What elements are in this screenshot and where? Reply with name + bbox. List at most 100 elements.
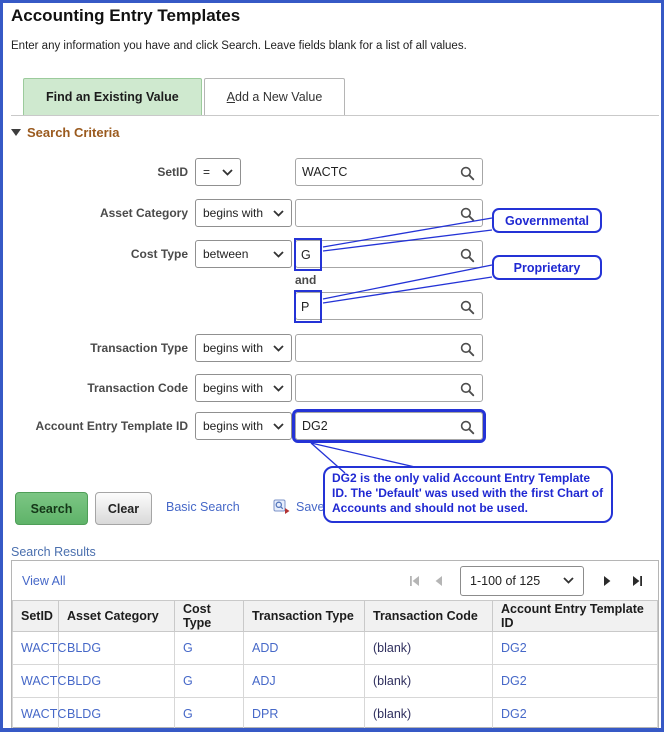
table-cell[interactable]: ADD (244, 632, 365, 665)
criteria-row-transaction-code: Transaction Codebegins with (3, 373, 483, 403)
cost-type-to-highlight-box: P (294, 290, 322, 323)
previous-page-icon (434, 574, 444, 588)
operator-value: begins with (203, 381, 263, 395)
column-header[interactable]: SetID (13, 601, 59, 632)
search-results-heading: Search Results (11, 545, 96, 559)
transaction-type-label: Transaction Type (3, 341, 188, 355)
page-range-select[interactable]: 1-100 of 125 (460, 566, 584, 596)
table-cell[interactable]: (blank) (365, 698, 493, 731)
cost-type-to-value: P (296, 300, 309, 314)
view-all-link[interactable]: View All (22, 574, 66, 588)
chevron-down-icon (273, 423, 284, 430)
tab-bar: Find an Existing Value Add a New Value (23, 78, 345, 115)
setid-operator-select[interactable]: = (195, 158, 241, 186)
last-page-icon[interactable] (630, 574, 644, 588)
pagination-controls: 1-100 of 125 (408, 566, 644, 596)
page-title: Accounting Entry Templates (11, 6, 240, 26)
table-cell[interactable]: (blank) (365, 632, 493, 665)
transaction-code-operator-select[interactable]: begins with (195, 374, 292, 402)
table-cell[interactable]: DG2 (493, 698, 658, 731)
search-lookup-icon[interactable] (460, 300, 475, 315)
cost-type-to-input[interactable]: P (295, 292, 483, 320)
account-entry-template-id-input[interactable]: DG2 (295, 412, 483, 440)
search-lookup-icon[interactable] (460, 420, 475, 435)
cost-type-input[interactable]: G (295, 240, 483, 268)
tab-find-an-existing-value[interactable]: Find an Existing Value (23, 78, 202, 115)
column-header[interactable]: Asset Category (59, 601, 175, 632)
transaction-code-input[interactable] (295, 374, 483, 402)
first-page-icon (408, 574, 422, 588)
search-results-grid: View All 1-100 of 125 (11, 560, 659, 728)
table-cell[interactable]: (blank) (365, 665, 493, 698)
transaction-code-operator-cell: begins with (195, 374, 295, 402)
collapse-triangle-icon (11, 129, 21, 136)
cost-type-highlight-box: G (294, 238, 322, 271)
cost-type-field: G (295, 240, 483, 268)
setid-input[interactable]: WACTC (295, 158, 483, 186)
chevron-down-icon (222, 169, 233, 176)
cost-type-value: G (296, 248, 311, 262)
chevron-down-icon (273, 210, 284, 217)
asset-category-operator-select[interactable]: begins with (195, 199, 292, 227)
asset-category-operator-cell: begins with (195, 199, 295, 227)
table-cell[interactable]: G (175, 632, 244, 665)
table-row: WACTCBLDGGADD(blank)DG2 (13, 632, 658, 665)
search-lookup-icon[interactable] (460, 382, 475, 397)
search-criteria-header[interactable]: Search Criteria (11, 125, 120, 140)
setid-value: WACTC (296, 165, 347, 179)
setid-label: SetID (3, 165, 188, 179)
search-lookup-icon[interactable] (460, 342, 475, 357)
dg2-note-callout: DG2 is the only valid Account Entry Temp… (323, 466, 613, 523)
asset-category-input[interactable] (295, 199, 483, 227)
table-cell[interactable]: G (175, 665, 244, 698)
save-search-icon[interactable] (273, 498, 290, 519)
transaction-code-field (295, 374, 483, 402)
table-row: WACTCBLDGGADJ(blank)DG2 (13, 665, 658, 698)
operator-value: between (203, 247, 248, 261)
transaction-type-operator-select[interactable]: begins with (195, 334, 292, 362)
table-cell[interactable]: DPR (244, 698, 365, 731)
basic-search-link[interactable]: Basic Search (166, 500, 240, 514)
search-lookup-icon[interactable] (460, 207, 475, 222)
table-cell[interactable]: WACTC (13, 632, 59, 665)
table-cell[interactable]: BLDG (59, 632, 175, 665)
tab-add-a-new-value[interactable]: Add a New Value (204, 78, 346, 115)
table-cell[interactable]: BLDG (59, 665, 175, 698)
column-header[interactable]: Transaction Code (365, 601, 493, 632)
criteria-row-setid: SetID = WACTC (3, 157, 483, 187)
table-cell[interactable]: DG2 (493, 665, 658, 698)
operator-value: = (203, 165, 210, 179)
results-table: SetIDAsset CategoryCost TypeTransaction … (12, 600, 658, 731)
table-cell[interactable]: WACTC (13, 698, 59, 731)
and-label: and (295, 273, 316, 287)
accounting-entry-templates-page: Accounting Entry Templates Enter any inf… (0, 0, 664, 732)
table-cell[interactable]: WACTC (13, 665, 59, 698)
search-button[interactable]: Search (15, 492, 88, 525)
cost-type-operator-cell: between (195, 240, 295, 268)
page-range-value: 1-100 of 125 (470, 574, 540, 588)
proprietary-callout: Proprietary (492, 255, 602, 280)
cost-type-operator-select[interactable]: between (195, 240, 292, 268)
account-entry-template-id-operator-select[interactable]: begins with (195, 412, 292, 440)
criteria-row-cost-type: Cost TypebetweenG (3, 239, 483, 269)
account-entry-template-id-label: Account Entry Template ID (3, 419, 188, 433)
search-lookup-icon[interactable] (460, 166, 475, 181)
chevron-down-icon (273, 345, 284, 352)
table-cell[interactable]: DG2 (493, 632, 658, 665)
clear-button[interactable]: Clear (95, 492, 152, 525)
table-cell[interactable]: BLDG (59, 698, 175, 731)
column-header[interactable]: Transaction Type (244, 601, 365, 632)
column-header[interactable]: Account Entry Template ID (493, 601, 658, 632)
table-cell[interactable]: G (175, 698, 244, 731)
setid-field: WACTC (295, 158, 483, 186)
transaction-type-input[interactable] (295, 334, 483, 362)
chevron-down-icon (273, 385, 284, 392)
column-header[interactable]: Cost Type (175, 601, 244, 632)
table-cell[interactable]: ADJ (244, 665, 365, 698)
grid-toolbar: View All 1-100 of 125 (12, 561, 658, 600)
criteria-row-asset-category: Asset Categorybegins with (3, 198, 483, 228)
search-lookup-icon[interactable] (460, 248, 475, 263)
cost-type-to-field: P (295, 292, 483, 320)
chevron-down-icon (273, 251, 284, 258)
next-page-icon[interactable] (602, 574, 612, 588)
